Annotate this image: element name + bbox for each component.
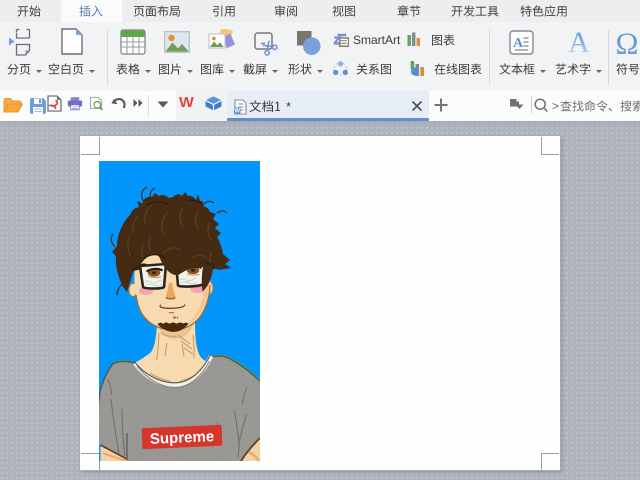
svg-text:Supreme: Supreme [150, 428, 215, 448]
svg-text:A: A [513, 36, 524, 51]
svg-text:A: A [568, 28, 590, 56]
svg-text:W: W [234, 109, 240, 115]
svg-text:Ω: Ω [615, 29, 638, 56]
